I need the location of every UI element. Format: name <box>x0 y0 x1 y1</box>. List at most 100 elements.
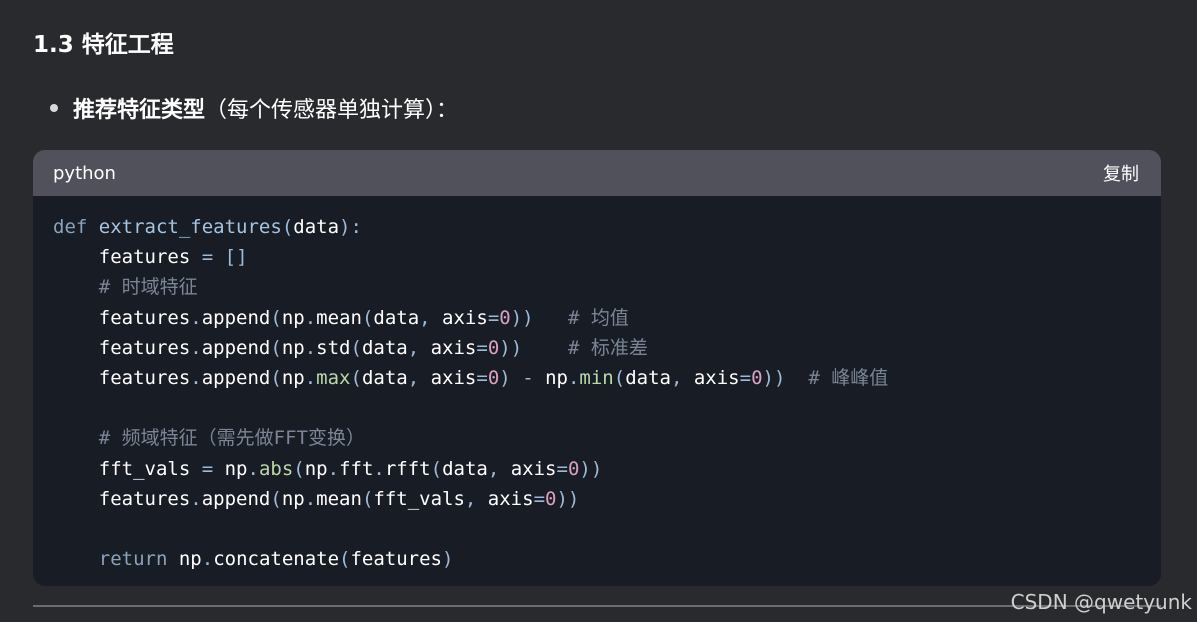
code-token: ( <box>339 548 351 571</box>
code-token: features <box>350 548 442 571</box>
code-token: ( <box>270 306 282 329</box>
code-token: fft <box>339 457 374 480</box>
code-token: = <box>487 306 500 329</box>
code-block: python 复制 def extract_features(data): fe… <box>33 150 1161 586</box>
code-token: . <box>304 336 317 359</box>
code-token: append <box>201 487 271 510</box>
code-line: # 频域特征（需先做FFT变换） <box>53 423 888 453</box>
code-token: ( <box>350 366 362 389</box>
code-token: np <box>281 336 305 359</box>
code-token: np <box>281 487 305 510</box>
code-token: features <box>53 366 191 389</box>
code-comment: # 时域特征 <box>53 276 198 299</box>
code-token: 0 <box>487 366 500 389</box>
code-token: features <box>53 306 191 329</box>
code-token: ( <box>430 457 443 480</box>
code-token: 0 <box>499 306 511 329</box>
code-token: . <box>190 336 202 359</box>
code-content: def extract_features(data): features = [… <box>53 212 888 574</box>
code-token: axis <box>682 366 740 389</box>
watermark: CSDN @qwetyunk <box>1010 590 1192 614</box>
code-token: axis <box>499 457 557 480</box>
code-token: features <box>53 336 191 359</box>
code-token: data <box>361 336 408 359</box>
code-token: = <box>476 366 488 389</box>
code-line: fft_vals = np.abs(np.fft.rfft(data, axis… <box>53 454 888 484</box>
code-token: 0 <box>487 336 500 359</box>
code-token: np <box>281 306 305 329</box>
code-token: . <box>201 548 214 571</box>
code-token: = <box>739 366 752 389</box>
code-token: ( <box>281 216 294 238</box>
code-token: . <box>190 366 202 389</box>
code-token: ) <box>499 366 511 389</box>
code-token: min <box>579 366 614 389</box>
code-token: )) <box>579 457 603 480</box>
code-language-label: python <box>53 162 116 184</box>
bullet-item: 推荐特征类型 （每个传感器单独计算）： <box>50 91 458 125</box>
code-token: data <box>293 216 340 238</box>
code-comment: # 均值 <box>567 306 629 329</box>
code-token: 0 <box>567 457 580 480</box>
code-token: , <box>487 457 500 480</box>
section-heading: 1.3 特征工程 <box>33 32 174 58</box>
code-token: 0 <box>751 366 763 389</box>
copy-button[interactable]: 复制 <box>1103 160 1139 186</box>
code-line: return np.concatenate(features) <box>53 544 888 574</box>
code-token: extract_features <box>98 216 282 238</box>
code-token: . <box>327 457 340 480</box>
code-token: return <box>98 548 168 571</box>
bullet-dot-icon <box>50 104 58 112</box>
code-line: # 时域特征 <box>53 272 888 302</box>
divider <box>33 605 1161 607</box>
code-token: ) <box>442 548 454 571</box>
code-token: axis <box>419 366 477 389</box>
code-token: , <box>407 366 420 389</box>
code-token: )) <box>556 487 580 510</box>
code-token: ( <box>350 336 362 359</box>
code-token: , <box>419 306 431 329</box>
code-token: . <box>190 487 202 510</box>
code-token: = <box>201 246 214 269</box>
code-token: np <box>304 457 328 480</box>
code-token: 0 <box>545 487 557 510</box>
code-token: concatenate <box>213 548 340 571</box>
code-token: . <box>304 366 317 389</box>
code-token: data <box>625 366 671 389</box>
code-token: data <box>361 366 408 389</box>
code-token: ( <box>361 306 374 329</box>
code-token: ): <box>339 216 362 238</box>
code-block-header: python 复制 <box>33 150 1161 196</box>
code-token: - <box>522 366 534 389</box>
code-token: = <box>556 457 568 480</box>
bullet-rest-text: （每个传感器单独计算）： <box>205 98 459 123</box>
code-token: rfft <box>384 457 431 480</box>
code-line: features.append(np.mean(data, axis=0)) #… <box>53 303 888 333</box>
code-token: = <box>476 336 488 359</box>
code-token: axis <box>476 487 534 510</box>
code-token: def <box>53 216 88 238</box>
code-token: . <box>373 457 385 480</box>
code-token: [] <box>224 246 248 269</box>
code-comment: # 标准差 <box>567 336 648 359</box>
code-token: ( <box>270 487 282 510</box>
code-token: mean <box>316 487 362 510</box>
code-token: axis <box>430 306 488 329</box>
code-token: , <box>670 366 683 389</box>
code-token: np <box>213 457 248 480</box>
bullet-strong-text: 推荐特征类型 <box>73 98 206 123</box>
code-token: fft_vals <box>53 457 202 480</box>
code-line: features.append(np.mean(fft_vals, axis=0… <box>53 484 888 514</box>
code-token: append <box>201 306 271 329</box>
code-token: abs <box>258 457 294 480</box>
code-token: ( <box>270 336 282 359</box>
code-token: ( <box>361 487 374 510</box>
code-line: features = [] <box>53 242 888 272</box>
code-token: np <box>281 366 305 389</box>
code-token: = <box>533 487 546 510</box>
